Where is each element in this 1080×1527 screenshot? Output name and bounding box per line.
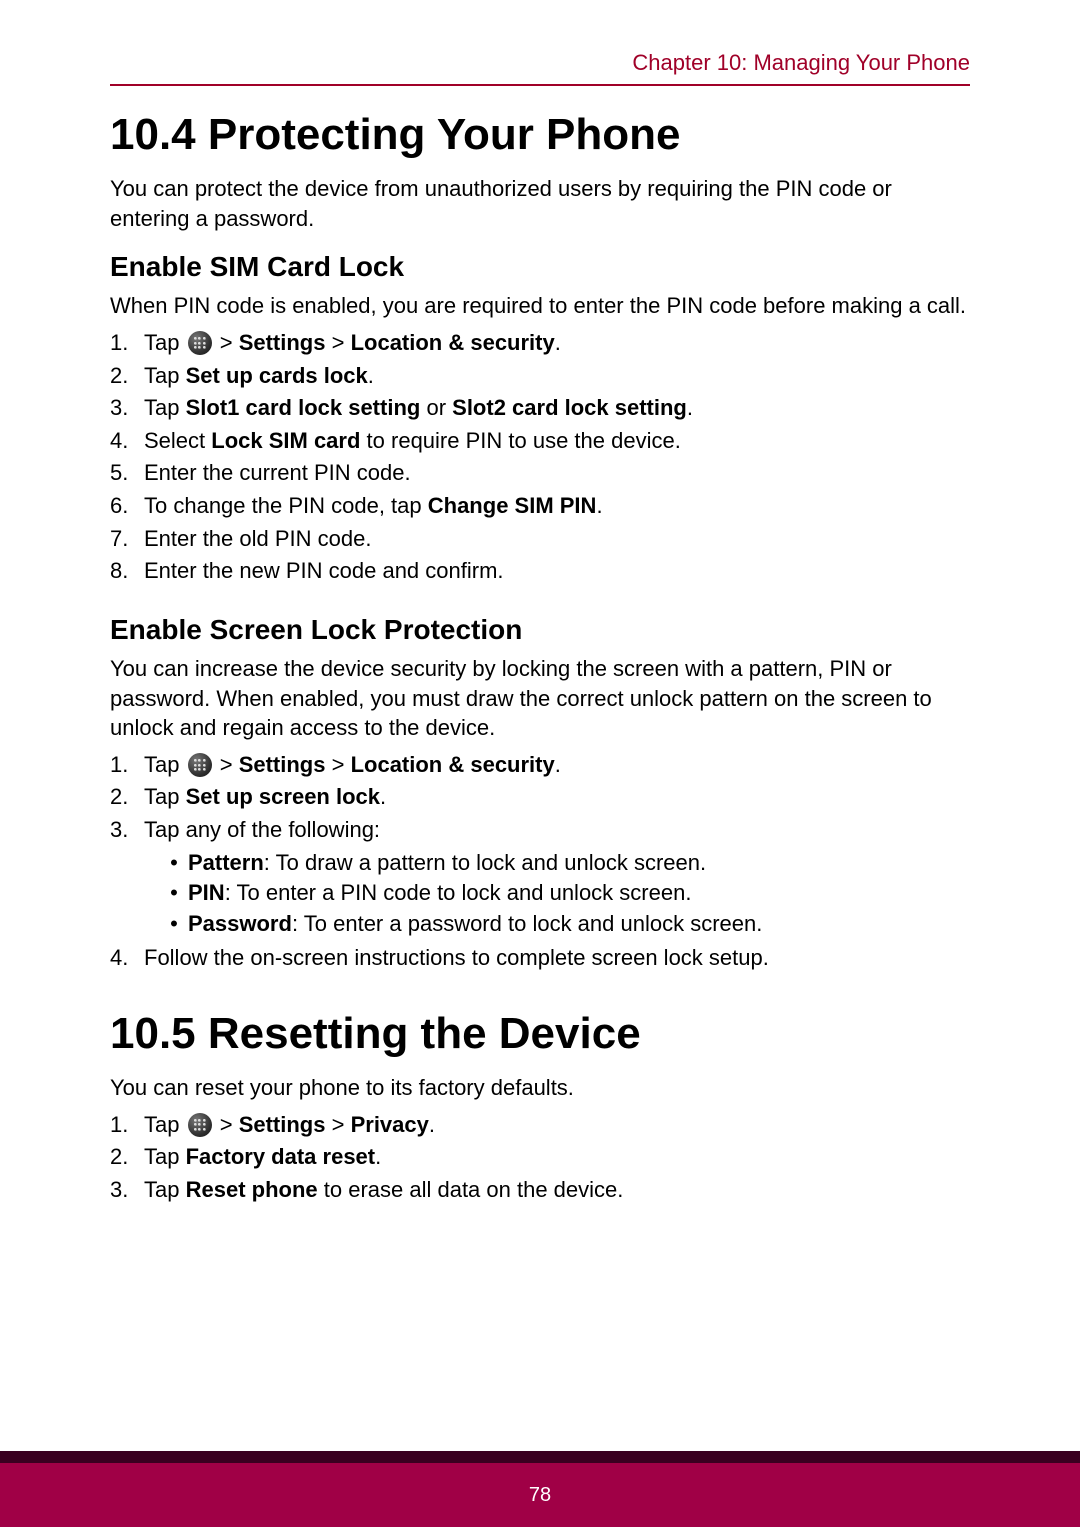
heading-screen-lock: Enable Screen Lock Protection	[110, 614, 970, 646]
list-item: • PIN: To enter a PIN code to lock and u…	[160, 879, 970, 908]
step-text: Enter the new PIN code and confirm.	[144, 557, 970, 586]
step-number: 3.	[110, 1176, 144, 1205]
sim-lock-intro: When PIN code is enabled, you are requir…	[110, 291, 970, 321]
chapter-title: Chapter 10: Managing Your Phone	[632, 50, 970, 75]
footer-accent-strip	[0, 1451, 1080, 1463]
step-text: Tap > Settings > Privacy.	[144, 1111, 970, 1140]
step-text: Tap > Settings > Location & security.	[144, 751, 970, 780]
step-item: 1. Tap > Settings > Location & security.	[110, 329, 970, 358]
step-item: 4. Select Lock SIM card to require PIN t…	[110, 427, 970, 456]
step-text: Tap Set up screen lock.	[144, 783, 970, 812]
screen-lock-intro: You can increase the device security by …	[110, 654, 970, 743]
step-number: 2.	[110, 362, 144, 391]
step-item: 4. Follow the on-screen instructions to …	[110, 944, 970, 973]
chapter-header: Chapter 10: Managing Your Phone	[110, 50, 970, 86]
step-item: 1. Tap > Settings > Location & security.	[110, 751, 970, 780]
step-text: To change the PIN code, tap Change SIM P…	[144, 492, 970, 521]
list-text: PIN: To enter a PIN code to lock and unl…	[188, 879, 691, 908]
section-104-intro: You can protect the device from unauthor…	[110, 174, 970, 233]
step-number: 2.	[110, 1143, 144, 1172]
step-number: 3.	[110, 816, 144, 845]
step-text: Enter the current PIN code.	[144, 459, 970, 488]
step-number: 4.	[110, 427, 144, 456]
step-item: 3. Tap any of the following:	[110, 816, 970, 845]
step-number: 6.	[110, 492, 144, 521]
step-text: Tap any of the following:	[144, 816, 970, 845]
section-105-intro: You can reset your phone to its factory …	[110, 1073, 970, 1103]
heading-sim-lock: Enable SIM Card Lock	[110, 251, 970, 283]
step-item: 2. Tap Factory data reset.	[110, 1143, 970, 1172]
page-number: 78	[529, 1484, 551, 1506]
bullet-icon: •	[160, 849, 188, 878]
step-text: Tap > Settings > Location & security.	[144, 329, 970, 358]
step-number: 4.	[110, 944, 144, 973]
step-number: 3.	[110, 394, 144, 423]
step-text: Tap Reset phone to erase all data on the…	[144, 1176, 970, 1205]
apps-icon	[188, 331, 212, 355]
step-item: 5. Enter the current PIN code.	[110, 459, 970, 488]
step-number: 1.	[110, 751, 144, 780]
step-item: 1. Tap > Settings > Privacy.	[110, 1111, 970, 1140]
section-title-105: 10.5 Resetting the Device	[110, 1009, 970, 1059]
step-number: 1.	[110, 1111, 144, 1140]
screen-lock-options: • Pattern: To draw a pattern to lock and…	[160, 849, 970, 939]
page-content: Chapter 10: Managing Your Phone 10.4 Pro…	[0, 0, 1080, 1205]
step-text: Tap Slot1 card lock setting or Slot2 car…	[144, 394, 970, 423]
step-text: Tap Set up cards lock.	[144, 362, 970, 391]
step-item: 8. Enter the new PIN code and confirm.	[110, 557, 970, 586]
sim-lock-steps: 1. Tap > Settings > Location & security.…	[110, 329, 970, 586]
step-number: 8.	[110, 557, 144, 586]
step-number: 7.	[110, 525, 144, 554]
list-item: • Password: To enter a password to lock …	[160, 910, 970, 939]
step-number: 5.	[110, 459, 144, 488]
apps-icon	[188, 1113, 212, 1137]
bullet-icon: •	[160, 879, 188, 908]
apps-icon	[188, 753, 212, 777]
step-text: Enter the old PIN code.	[144, 525, 970, 554]
section-title-104: 10.4 Protecting Your Phone	[110, 110, 970, 160]
list-item: • Pattern: To draw a pattern to lock and…	[160, 849, 970, 878]
bullet-icon: •	[160, 910, 188, 939]
step-item: 3. Tap Reset phone to erase all data on …	[110, 1176, 970, 1205]
screen-lock-steps-cont: 4. Follow the on-screen instructions to …	[110, 944, 970, 973]
step-text: Follow the on-screen instructions to com…	[144, 944, 970, 973]
step-item: 2. Tap Set up cards lock.	[110, 362, 970, 391]
step-text: Select Lock SIM card to require PIN to u…	[144, 427, 970, 456]
step-item: 7. Enter the old PIN code.	[110, 525, 970, 554]
screen-lock-steps: 1. Tap > Settings > Location & security.…	[110, 751, 970, 845]
step-number: 1.	[110, 329, 144, 358]
step-item: 3. Tap Slot1 card lock setting or Slot2 …	[110, 394, 970, 423]
step-item: 2. Tap Set up screen lock.	[110, 783, 970, 812]
step-text: Tap Factory data reset.	[144, 1143, 970, 1172]
page-footer: 78	[0, 1463, 1080, 1527]
reset-steps: 1. Tap > Settings > Privacy. 2. Tap Fact…	[110, 1111, 970, 1205]
step-item: 6. To change the PIN code, tap Change SI…	[110, 492, 970, 521]
step-number: 2.	[110, 783, 144, 812]
list-text: Password: To enter a password to lock an…	[188, 910, 762, 939]
list-text: Pattern: To draw a pattern to lock and u…	[188, 849, 706, 878]
